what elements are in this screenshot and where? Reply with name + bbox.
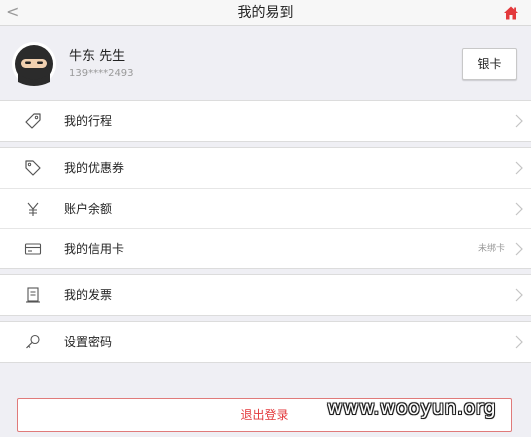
- menu-item-password[interactable]: 设置密码: [0, 322, 531, 362]
- credit-card-icon: [24, 243, 42, 255]
- menu-group-password: 设置密码: [0, 321, 531, 363]
- chevron-right-icon: [515, 161, 523, 175]
- coupon-tag-icon: [25, 160, 41, 176]
- yen-icon: [27, 202, 39, 216]
- menu-item-credit-card[interactable]: 我的信用卡 未绑卡: [0, 228, 531, 268]
- menu-group-trips: 我的行程: [0, 100, 531, 142]
- menu-group-invoice: 我的发票: [0, 274, 531, 316]
- chevron-right-icon: [515, 202, 523, 216]
- chevron-right-icon: [515, 114, 523, 128]
- menu-item-coupons[interactable]: 我的优惠券: [0, 148, 531, 188]
- menu-item-label: 我的行程: [64, 114, 113, 128]
- menu-item-balance[interactable]: 账户余额: [0, 188, 531, 228]
- user-name: 牛东 先生: [69, 49, 126, 64]
- menu-item-label: 我的优惠券: [64, 161, 125, 175]
- tag-outline-icon: [25, 113, 41, 129]
- ninja-avatar-icon[interactable]: [12, 42, 56, 86]
- menu-item-label: 我的信用卡: [64, 242, 125, 256]
- menu-item-trips[interactable]: 我的行程: [0, 101, 531, 141]
- menu-item-label: 账户余额: [64, 202, 113, 216]
- menu-group-wallet: 我的优惠券 账户余额 我的信用卡 未绑卡: [0, 147, 531, 269]
- user-phone: 139****2493: [69, 68, 134, 79]
- user-profile-header: 牛东 先生 139****2493 银卡: [0, 27, 531, 99]
- chevron-right-icon: [515, 335, 523, 349]
- menu-item-invoice[interactable]: 我的发票: [0, 275, 531, 315]
- chevron-right-icon: [515, 288, 523, 302]
- unbound-status-badge: 未绑卡: [477, 244, 505, 254]
- chevron-right-icon: [515, 242, 523, 256]
- receipt-icon: [26, 287, 40, 303]
- home-icon[interactable]: [503, 5, 519, 21]
- page-title: 我的易到: [237, 5, 294, 21]
- watermark-text: www.wooyun.org: [327, 397, 497, 419]
- menu-item-label: 设置密码: [64, 335, 113, 349]
- membership-card-button[interactable]: 银卡: [462, 48, 517, 80]
- key-icon: [26, 334, 40, 349]
- navigation-bar: < 我的易到: [0, 0, 531, 26]
- menu-item-label: 我的发票: [64, 288, 113, 302]
